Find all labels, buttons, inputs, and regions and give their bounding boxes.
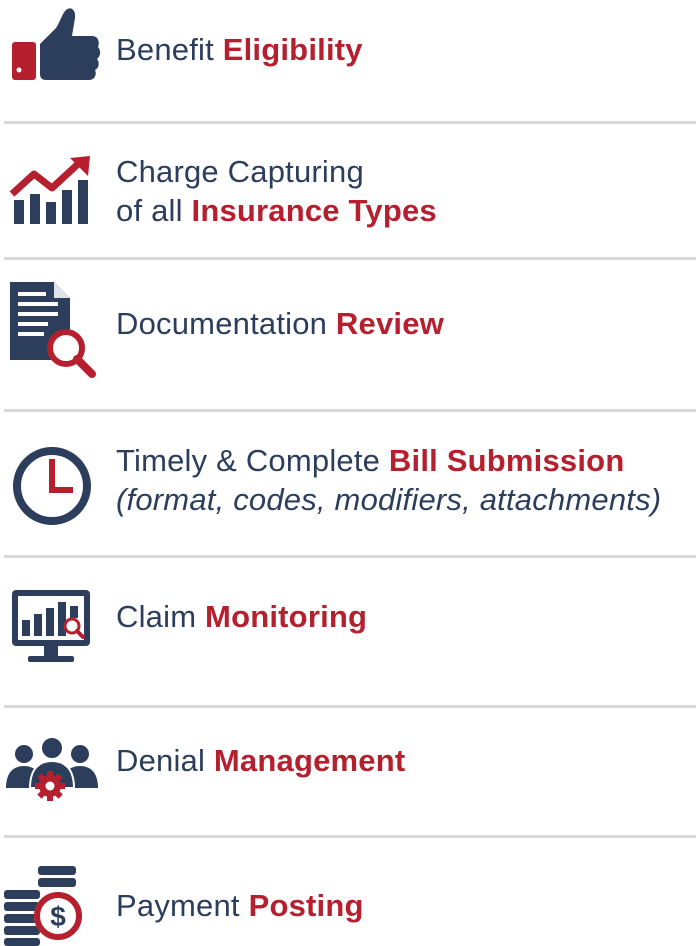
item-label-bold: Eligibility [222,32,363,67]
item-label: Charge Capturing of all Insurance Types [116,152,437,230]
item-label-plain: Payment [116,888,249,923]
list-item: Documentation Review [0,260,696,410]
item-label-bold: Management [213,743,406,778]
item-label: Denial Management [116,741,405,780]
coins-dollar-icon: $ [4,866,82,946]
item-label-plain: Denial [116,743,214,778]
document-search-icon [10,282,96,378]
item-label: Benefit Eligibility [116,30,363,69]
item-label-bold: Monitoring [205,599,368,634]
team-gear-icon [6,736,98,801]
item-sublabel: (format, codes, modifiers, attachments) [116,482,662,517]
item-label-plain: Timely & Complete [116,443,389,478]
item-label-line1: Charge Capturing [116,154,364,189]
list-item: Claim Monitoring [0,558,696,706]
list-item: Denial Management [0,708,696,836]
item-label-plain: Benefit [116,32,223,67]
clock-icon [13,447,91,525]
item-label-bold: Posting [248,888,364,923]
thumbs-up-icon [12,8,101,81]
trending-chart-icon [9,156,90,224]
item-label-plain: Documentation [116,306,336,341]
item-label: Payment Posting [116,886,364,925]
item-label-bold: Insurance Types [191,193,437,228]
list-item: $ Payment Posting [0,838,696,946]
item-label-bold: Review [335,306,444,341]
list-item: Timely & Complete Bill Submission (forma… [0,412,696,556]
item-label-plain: of all [116,193,192,228]
item-label: Claim Monitoring [116,597,367,636]
item-label-plain: Claim [116,599,206,634]
list-item: Charge Capturing of all Insurance Types [0,124,696,258]
item-label-bold: Bill Submission [388,443,625,478]
monitor-chart-icon [12,590,90,662]
item-label: Documentation Review [116,304,444,343]
list-item: Benefit Eligibility [0,0,696,122]
svg-text:$: $ [50,901,66,932]
item-label: Timely & Complete Bill Submission (forma… [116,441,661,519]
